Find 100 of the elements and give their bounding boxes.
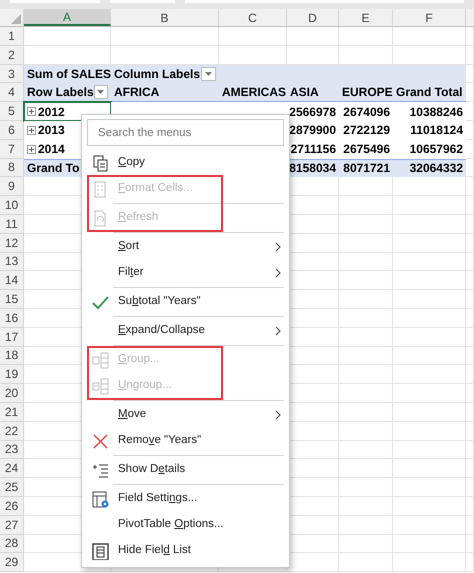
filter-dropdown-button[interactable] xyxy=(94,85,108,100)
row-header[interactable]: 3 xyxy=(0,64,24,84)
table-cell[interactable] xyxy=(466,196,474,215)
expand-button[interactable] xyxy=(27,126,36,135)
menu-item[interactable]: Show Details xyxy=(118,461,186,479)
filter-dropdown-button[interactable] xyxy=(201,66,216,81)
table-cell[interactable] xyxy=(466,328,474,347)
row-header[interactable]: 14 xyxy=(0,271,24,290)
row-header[interactable]: 24 xyxy=(0,459,24,478)
table-cell[interactable] xyxy=(466,308,474,328)
table-cell[interactable] xyxy=(339,308,393,328)
table-cell[interactable] xyxy=(466,365,474,384)
row-header[interactable]: 26 xyxy=(0,496,24,516)
table-cell[interactable] xyxy=(466,384,474,403)
table-cell[interactable] xyxy=(466,496,474,516)
row-header[interactable]: 10 xyxy=(0,196,24,215)
table-cell[interactable]: 8071721 xyxy=(339,158,393,178)
row-header[interactable]: 13 xyxy=(0,252,24,272)
table-cell[interactable] xyxy=(339,440,393,460)
menu-item[interactable]: Subtotal "Years" xyxy=(118,293,201,311)
row-header[interactable]: 16 xyxy=(0,308,24,328)
row-header[interactable]: 15 xyxy=(0,290,24,309)
table-cell[interactable] xyxy=(393,496,466,516)
menu-item[interactable]: Expand/Collapse xyxy=(118,322,205,340)
table-cell[interactable] xyxy=(466,290,474,309)
table-cell[interactable] xyxy=(393,214,466,234)
table-cell[interactable] xyxy=(339,459,393,478)
table-cell[interactable] xyxy=(339,214,393,234)
table-cell[interactable]: Column Labels xyxy=(111,64,219,84)
row-header[interactable]: 7 xyxy=(0,140,24,159)
row-header[interactable]: 18 xyxy=(0,346,24,366)
table-cell[interactable] xyxy=(393,308,466,328)
table-cell[interactable] xyxy=(466,102,474,121)
row-header[interactable]: 12 xyxy=(0,234,24,253)
column-header[interactable]: D xyxy=(287,9,339,26)
table-cell[interactable] xyxy=(339,27,393,46)
menu-item[interactable]: Copy xyxy=(118,154,145,172)
column-header[interactable]: E xyxy=(339,9,393,26)
menu-item[interactable]: Move xyxy=(118,406,146,424)
table-cell[interactable] xyxy=(466,177,474,196)
table-cell[interactable] xyxy=(466,234,474,253)
row-header[interactable]: 2 xyxy=(0,46,24,65)
row-header[interactable]: 17 xyxy=(0,328,24,347)
table-cell[interactable] xyxy=(393,234,466,253)
table-cell[interactable] xyxy=(466,271,474,290)
row-header[interactable]: 8 xyxy=(0,158,24,178)
table-cell[interactable] xyxy=(466,440,474,460)
expand-button[interactable] xyxy=(27,144,36,154)
table-cell[interactable] xyxy=(466,120,474,140)
table-cell[interactable] xyxy=(339,496,393,516)
table-cell[interactable]: EUROPE xyxy=(339,83,393,102)
table-cell[interactable] xyxy=(466,553,474,572)
menu-item[interactable]: Field Settings... xyxy=(118,490,198,508)
table-cell[interactable]: Grand Total xyxy=(393,83,466,102)
table-cell[interactable]: 32064332 xyxy=(393,158,466,178)
table-cell[interactable] xyxy=(466,83,474,102)
table-cell[interactable] xyxy=(393,422,466,441)
column-header[interactable]: F xyxy=(393,9,466,26)
row-header[interactable]: 19 xyxy=(0,365,24,384)
table-cell[interactable] xyxy=(466,459,474,478)
table-cell[interactable] xyxy=(339,384,393,403)
table-cell[interactable] xyxy=(339,346,393,366)
row-header[interactable]: 25 xyxy=(0,478,24,497)
table-cell[interactable] xyxy=(466,422,474,441)
table-cell[interactable] xyxy=(393,534,466,554)
menu-item[interactable]: Hide Field List xyxy=(118,542,191,560)
column-header[interactable]: A xyxy=(24,9,111,26)
row-header[interactable]: 20 xyxy=(0,384,24,403)
table-cell[interactable] xyxy=(111,27,219,46)
row-header[interactable]: 5 xyxy=(0,102,24,121)
menu-item[interactable]: PivotTable Options... xyxy=(118,516,224,534)
table-cell[interactable]: AMERICAS xyxy=(219,83,287,102)
row-header[interactable]: 23 xyxy=(0,440,24,460)
table-cell[interactable]: ASIA xyxy=(287,83,339,102)
row-header[interactable]: 29 xyxy=(0,553,24,572)
table-cell[interactable] xyxy=(339,271,393,290)
table-cell[interactable] xyxy=(393,516,466,535)
column-header[interactable]: B xyxy=(111,9,219,26)
table-cell[interactable] xyxy=(393,328,466,347)
table-cell[interactable] xyxy=(466,402,474,422)
table-cell[interactable] xyxy=(466,214,474,234)
table-cell[interactable] xyxy=(393,196,466,215)
row-header[interactable]: 27 xyxy=(0,516,24,535)
table-cell[interactable] xyxy=(393,384,466,403)
table-cell[interactable] xyxy=(393,271,466,290)
table-cell[interactable] xyxy=(466,27,474,46)
row-header[interactable]: 4 xyxy=(0,83,24,102)
row-header[interactable]: 21 xyxy=(0,402,24,422)
table-cell[interactable] xyxy=(466,64,474,84)
table-cell[interactable] xyxy=(393,290,466,309)
table-cell[interactable] xyxy=(339,328,393,347)
table-cell[interactable] xyxy=(466,534,474,554)
table-cell[interactable] xyxy=(466,516,474,535)
table-cell[interactable] xyxy=(466,346,474,366)
table-cell[interactable] xyxy=(339,402,393,422)
table-cell[interactable] xyxy=(339,252,393,272)
row-header[interactable]: 9 xyxy=(0,177,24,196)
row-header[interactable]: 22 xyxy=(0,422,24,441)
column-header[interactable]: C xyxy=(219,9,287,26)
table-cell[interactable] xyxy=(393,27,466,46)
